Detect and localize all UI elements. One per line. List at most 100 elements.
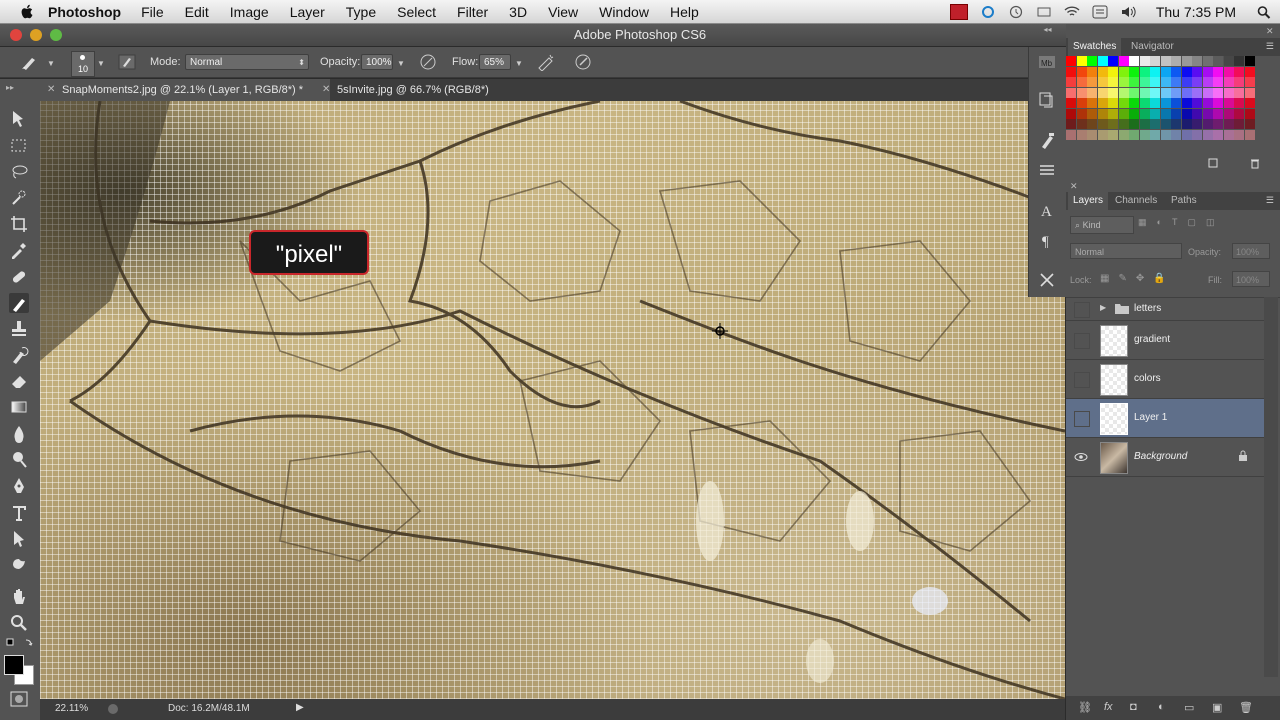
color-swatch[interactable]	[1171, 119, 1181, 129]
minimize-window-button[interactable]	[30, 29, 42, 41]
flow-input[interactable]: 65%	[479, 54, 511, 70]
color-swatch[interactable]	[1150, 98, 1160, 108]
color-swatch[interactable]	[1139, 56, 1150, 66]
brush-presets-icon[interactable]	[1038, 161, 1056, 179]
color-swatch[interactable]	[1097, 56, 1108, 66]
color-swatch[interactable]	[1139, 77, 1150, 87]
fill-input[interactable]: 100%	[1232, 271, 1270, 287]
eye-icon[interactable]	[1074, 450, 1088, 464]
color-swatch[interactable]	[1244, 108, 1255, 119]
color-swatch[interactable]	[1139, 87, 1150, 98]
color-swatch[interactable]	[1118, 87, 1129, 98]
mini-bridge-icon[interactable]: Mb	[1038, 53, 1056, 71]
color-swatch[interactable]	[1192, 129, 1202, 140]
color-swatch[interactable]	[1171, 56, 1181, 66]
color-swatch[interactable]	[1129, 129, 1139, 140]
lock-options-icons[interactable]: ▦✎✥🔒	[1100, 273, 1180, 287]
time-machine-icon[interactable]	[1008, 5, 1024, 19]
color-swatch[interactable]	[1097, 66, 1108, 77]
color-swatch[interactable]	[1171, 98, 1181, 108]
color-swatch[interactable]	[1087, 66, 1097, 77]
menu-filter[interactable]: Filter	[457, 4, 488, 20]
menu-window[interactable]: Window	[599, 4, 649, 20]
color-swatch[interactable]	[1087, 77, 1097, 87]
color-swatch[interactable]	[1097, 98, 1108, 108]
color-swatch[interactable]	[1150, 129, 1160, 140]
color-swatch[interactable]	[1234, 98, 1244, 108]
color-swatch[interactable]	[1129, 87, 1139, 98]
color-swatch[interactable]	[1150, 119, 1160, 129]
foreground-color-swatch[interactable]	[4, 655, 24, 675]
zoom-level[interactable]: 22.11%	[55, 703, 88, 714]
healing-brush-tool-icon[interactable]	[9, 267, 29, 287]
menu-image[interactable]: Image	[230, 4, 269, 20]
color-swatch[interactable]	[1213, 98, 1223, 108]
layer-visibility-toggle[interactable]	[1074, 302, 1090, 318]
document-tab-5sinvite[interactable]: ✕ 5sInvite.jpg @ 66.7% (RGB/8*)	[315, 79, 537, 101]
color-swatch[interactable]	[1139, 119, 1150, 129]
link-layers-icon[interactable]: ⛓	[1078, 701, 1092, 714]
color-swatch[interactable]	[1150, 56, 1160, 66]
color-swatch[interactable]	[1097, 77, 1108, 87]
gradient-tool-icon[interactable]	[9, 397, 29, 417]
color-swatch[interactable]	[1160, 98, 1171, 108]
quick-selection-tool-icon[interactable]	[9, 188, 29, 208]
menu-3d[interactable]: 3D	[509, 4, 527, 20]
color-swatch[interactable]	[1066, 87, 1076, 98]
color-swatch[interactable]	[1118, 129, 1129, 140]
tool-presets-icon[interactable]	[1038, 271, 1056, 289]
color-swatch[interactable]	[1118, 66, 1129, 77]
color-swatch[interactable]	[1087, 56, 1097, 66]
delete-swatch-icon[interactable]	[1249, 157, 1261, 169]
color-swatch[interactable]	[1097, 119, 1108, 129]
color-swatch[interactable]	[1066, 108, 1076, 119]
color-swatch[interactable]	[1129, 98, 1139, 108]
lasso-tool-icon[interactable]	[9, 162, 29, 182]
mode-select[interactable]: Normal ⬍	[185, 54, 309, 70]
layers-scrollbar[interactable]	[1264, 297, 1278, 677]
color-swatch[interactable]	[1066, 119, 1076, 129]
color-swatch[interactable]	[1181, 108, 1192, 119]
layer-filter-kind-select[interactable]: ⌕ Kind	[1070, 216, 1134, 234]
color-swatch[interactable]	[1076, 66, 1087, 77]
layer-visibility-toggle[interactable]	[1074, 372, 1090, 388]
color-swatch[interactable]	[1213, 108, 1223, 119]
layer-row-layer-1[interactable]: Layer 1	[1066, 399, 1264, 438]
color-swatch[interactable]	[1108, 56, 1118, 66]
color-swatch[interactable]	[1108, 66, 1118, 77]
color-swatch[interactable]	[1223, 87, 1234, 98]
color-swatch[interactable]	[1150, 77, 1160, 87]
color-swatch[interactable]	[1234, 119, 1244, 129]
flow-dropdown-arrow[interactable]: ▼	[515, 59, 523, 68]
panel-menu-icon[interactable]: ☰	[1266, 41, 1274, 52]
delete-layer-icon[interactable]: 🗑	[1239, 701, 1253, 714]
layer-row-gradient[interactable]: gradient	[1066, 321, 1264, 360]
color-swatch[interactable]	[1244, 56, 1255, 66]
menu-type[interactable]: Type	[346, 4, 376, 20]
zoom-window-button[interactable]	[50, 29, 62, 41]
color-swatch[interactable]	[1108, 87, 1118, 98]
brush-preset-picker[interactable]: 10	[71, 51, 95, 77]
paragraph-panel-icon[interactable]: ¶	[1038, 231, 1056, 249]
color-swatch[interactable]	[1066, 98, 1076, 108]
color-swatch[interactable]	[1076, 129, 1087, 140]
color-swatch[interactable]	[1160, 119, 1171, 129]
tab-layers[interactable]: Layers	[1068, 192, 1109, 210]
color-swatch[interactable]	[1066, 66, 1076, 77]
color-swatch[interactable]	[1192, 98, 1202, 108]
color-swatch[interactable]	[1108, 77, 1118, 87]
color-swatch[interactable]	[1066, 77, 1076, 87]
color-swatch[interactable]	[1234, 66, 1244, 77]
color-swatch[interactable]	[1213, 129, 1223, 140]
color-swatch[interactable]	[1160, 129, 1171, 140]
color-swatch[interactable]	[1213, 66, 1223, 77]
menu-select[interactable]: Select	[397, 4, 436, 20]
color-swatch[interactable]	[1192, 56, 1202, 66]
color-swatch[interactable]	[1160, 56, 1171, 66]
eyedropper-tool-icon[interactable]	[9, 240, 29, 260]
display-icon[interactable]	[1036, 5, 1052, 19]
dock-collapse-icon[interactable]: ◂◂	[1029, 25, 1066, 35]
color-swatch[interactable]	[1087, 98, 1097, 108]
color-swatch[interactable]	[1192, 119, 1202, 129]
color-swatch[interactable]	[1160, 77, 1171, 87]
